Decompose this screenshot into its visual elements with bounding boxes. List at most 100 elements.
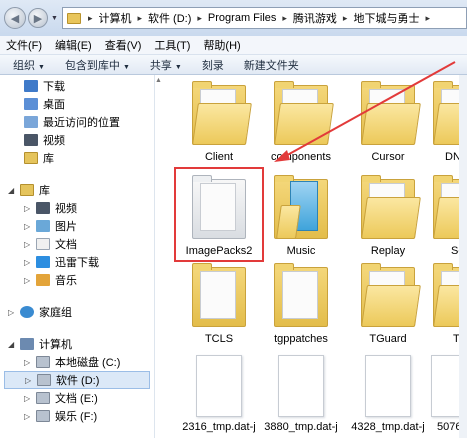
folder-item[interactable]: tgppatches	[261, 263, 341, 345]
menu-tools[interactable]: 工具(T)	[154, 37, 190, 53]
nav-item-desktop[interactable]: 桌面	[24, 95, 65, 113]
chevron-right-icon[interactable]: ▸	[340, 13, 351, 24]
share-button[interactable]: 共享 ▼	[150, 57, 182, 73]
drive-icon	[36, 356, 50, 368]
nav-label: 家庭组	[39, 307, 72, 319]
nav-item-drive-c[interactable]: ▷ 本地磁盘 (C:)	[24, 353, 120, 371]
breadcrumb-drive-d[interactable]: 软件 (D:)	[145, 10, 194, 26]
include-in-library-label: 包含到库中	[64, 59, 120, 72]
file-item[interactable]: 3880_tmp.dat-j	[261, 355, 341, 433]
arrow-left-icon: ◀	[10, 12, 20, 25]
history-dropdown-icon[interactable]: ▼	[51, 15, 58, 22]
vertical-scrollbar[interactable]	[459, 75, 467, 438]
video-icon	[24, 134, 38, 146]
nav-label: 娱乐 (F:)	[55, 411, 98, 423]
nav-item-pictures[interactable]: ▷ 图片	[24, 217, 77, 235]
nav-label: 本地磁盘 (C:)	[55, 357, 121, 369]
nav-item-xunlei[interactable]: ▷ 迅雷下载	[24, 253, 99, 271]
folder-icon	[190, 263, 248, 329]
item-label: 3880_tmp.dat-j	[264, 421, 338, 433]
breadcrumb-tencent-games[interactable]: 腾讯游戏	[290, 10, 340, 26]
collapse-icon[interactable]: ◢	[8, 340, 16, 349]
nav-label: 库	[43, 153, 54, 165]
scroll-up-icon[interactable]: ▲	[155, 77, 162, 84]
item-label: 4328_tmp.dat-j	[351, 421, 425, 433]
address-bar: ◀ ▶ ▼ ▸ 计算机 ▸ 软件 (D:) ▸ Program Files ▸ …	[0, 0, 467, 36]
item-label: Music	[286, 245, 316, 257]
menu-help[interactable]: 帮助(H)	[203, 37, 240, 53]
folder-item[interactable]: Music	[261, 175, 341, 257]
annotation-highlight-box	[174, 167, 264, 262]
item-label: Client	[204, 151, 234, 163]
file-icon	[278, 355, 324, 417]
chevron-down-icon: ▼	[122, 63, 130, 71]
nav-item-video-fav[interactable]: 视频	[24, 131, 65, 149]
expand-icon[interactable]: ▷	[24, 394, 32, 403]
expand-icon[interactable]: ▷	[24, 412, 32, 421]
expand-icon[interactable]: ▷	[24, 240, 32, 249]
nav-item-homegroup[interactable]: ▷ 家庭组	[8, 303, 72, 321]
nav-item-drive-f[interactable]: ▷ 娱乐 (F:)	[24, 407, 97, 425]
breadcrumb-program-files[interactable]: Program Files	[205, 12, 279, 24]
expand-icon[interactable]: ▷	[24, 222, 32, 231]
nav-label: 计算机	[39, 339, 72, 351]
drive-icon	[36, 392, 50, 404]
folder-item[interactable]: Client	[179, 81, 259, 163]
file-item[interactable]: 2316_tmp.dat-j	[179, 355, 259, 433]
expand-icon[interactable]: ▷	[24, 258, 32, 267]
menu-edit[interactable]: 编辑(E)	[55, 37, 92, 53]
breadcrumb-dnf[interactable]: 地下城与勇士	[350, 10, 422, 26]
back-button[interactable]: ◀	[4, 7, 26, 29]
music-icon	[36, 274, 50, 286]
forward-button[interactable]: ▶	[28, 8, 48, 28]
nav-item-library-fav[interactable]: 库	[24, 149, 54, 167]
folder-icon	[359, 263, 421, 329]
expand-icon[interactable]: ▷	[24, 276, 32, 285]
new-folder-button[interactable]: 新建文件夹	[244, 57, 299, 73]
pictures-icon	[36, 220, 50, 232]
folder-item[interactable]: TGuard	[348, 263, 428, 345]
nav-item-drive-e[interactable]: ▷ 文档 (E:)	[24, 389, 98, 407]
organize-button[interactable]: 组织 ▼	[13, 57, 45, 73]
expand-icon[interactable]: ▷	[25, 376, 33, 385]
include-in-library-button[interactable]: 包含到库中 ▼	[65, 57, 130, 73]
menu-file[interactable]: 文件(F)	[6, 37, 42, 53]
collapse-icon[interactable]: ◢	[8, 186, 16, 195]
nav-item-recent[interactable]: 最近访问的位置	[24, 113, 120, 131]
chevron-right-icon[interactable]: ▸	[279, 13, 290, 24]
address-field[interactable]: ▸ 计算机 ▸ 软件 (D:) ▸ Program Files ▸ 腾讯游戏 ▸…	[61, 7, 467, 29]
nav-item-documents[interactable]: ▷ 文档	[24, 235, 77, 253]
expand-icon[interactable]: ▷	[24, 358, 32, 367]
command-bar: 组织 ▼ 包含到库中 ▼ 共享 ▼ 刻录 新建文件夹	[0, 55, 467, 75]
recent-places-icon	[24, 116, 38, 128]
menu-view[interactable]: 查看(V)	[105, 37, 142, 53]
folder-item[interactable]: components	[261, 81, 341, 163]
expand-icon[interactable]: ▷	[24, 204, 32, 213]
chevron-right-icon[interactable]: ▸	[194, 13, 205, 24]
homegroup-icon	[20, 306, 34, 318]
file-item[interactable]: 4328_tmp.dat-j	[348, 355, 428, 433]
item-label: components	[271, 151, 331, 163]
nav-label: 视频	[55, 203, 77, 215]
expand-icon[interactable]: ▷	[8, 308, 16, 317]
video-icon	[36, 202, 50, 214]
burn-button[interactable]: 刻录	[202, 57, 224, 73]
nav-item-downloads[interactable]: 下载	[24, 77, 65, 95]
folder-item[interactable]: Replay	[348, 175, 428, 257]
chevron-right-icon[interactable]: ▸	[134, 13, 145, 24]
folder-item[interactable]: TCLS	[179, 263, 259, 345]
nav-item-music[interactable]: ▷ 音乐	[24, 271, 77, 289]
nav-item-libraries[interactable]: ◢ 库	[8, 181, 50, 199]
folder-icon	[272, 81, 334, 147]
nav-item-videos[interactable]: ▷ 视频	[24, 199, 77, 217]
drive-icon	[37, 374, 51, 386]
organize-label: 组织	[13, 59, 35, 72]
folder-item[interactable]: Cursor	[348, 81, 428, 163]
nav-label: 最近访问的位置	[43, 117, 120, 129]
chevron-right-icon[interactable]: ▸	[85, 13, 96, 24]
nav-item-computer[interactable]: ◢ 计算机	[8, 335, 72, 353]
chevron-right-icon[interactable]: ▸	[422, 13, 433, 24]
breadcrumb-computer[interactable]: 计算机	[95, 10, 134, 26]
nav-item-drive-d[interactable]: ▷ 软件 (D:)	[4, 371, 150, 389]
folder-icon	[66, 12, 81, 24]
